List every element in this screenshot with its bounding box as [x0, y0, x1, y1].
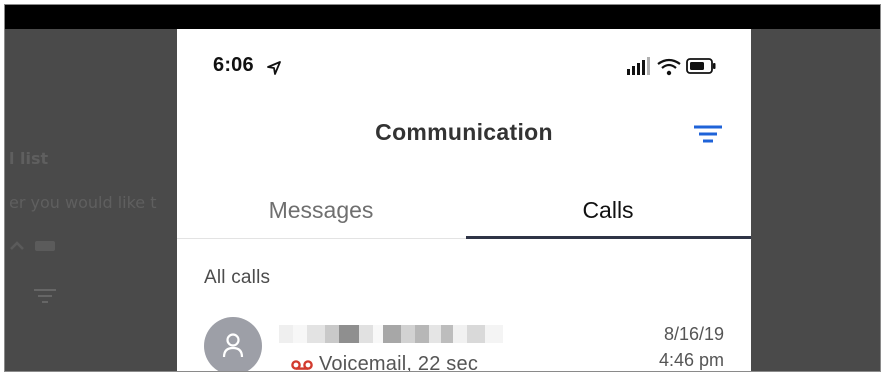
- communication-tabs: Messages Calls: [177, 181, 751, 239]
- top-black-bar: [5, 5, 880, 29]
- app-frame: l list er you would like t 6:06 Communic…: [4, 4, 881, 372]
- phone-screen: 6:06 Communication Messages Calls All ca…: [177, 29, 751, 372]
- status-time: 6:06: [213, 54, 254, 76]
- call-time: 4:46 pm: [658, 350, 724, 370]
- background-page-left: l list er you would like t: [5, 29, 177, 371]
- page-title: Communication: [375, 119, 553, 145]
- tab-calls[interactable]: Calls: [465, 181, 751, 239]
- redacted-contact-name: [279, 325, 509, 343]
- section-label-all-calls: All calls: [204, 267, 271, 288]
- battery-icon: [686, 58, 716, 74]
- call-date: 8/16/19: [663, 324, 724, 344]
- background-page-title: l list: [9, 149, 49, 168]
- tab-messages[interactable]: Messages: [177, 181, 465, 239]
- filter-icon: [694, 125, 722, 143]
- background-filter-icon: [34, 289, 56, 303]
- background-page-subtitle: er you would like t: [9, 193, 157, 212]
- background-page-right: [751, 29, 880, 371]
- avatar: [204, 317, 262, 371]
- background-status-icons: [10, 241, 55, 251]
- location-arrow-icon: [267, 61, 281, 75]
- screenshot-canvas: l list er you would like t 6:06 Communic…: [0, 0, 885, 376]
- status-icons: [627, 57, 716, 76]
- selected-tab-indicator: [466, 236, 751, 239]
- voicemail-icon: [291, 360, 313, 370]
- call-list-item[interactable]: Voicemail, 22 sec 8/16/19 4:46 pm: [177, 309, 751, 372]
- person-icon: [222, 333, 244, 358]
- call-detail: Voicemail, 22 sec: [319, 353, 479, 372]
- signal-icon: [627, 57, 650, 75]
- filter-button[interactable]: [691, 121, 725, 149]
- wifi-icon: [657, 58, 681, 76]
